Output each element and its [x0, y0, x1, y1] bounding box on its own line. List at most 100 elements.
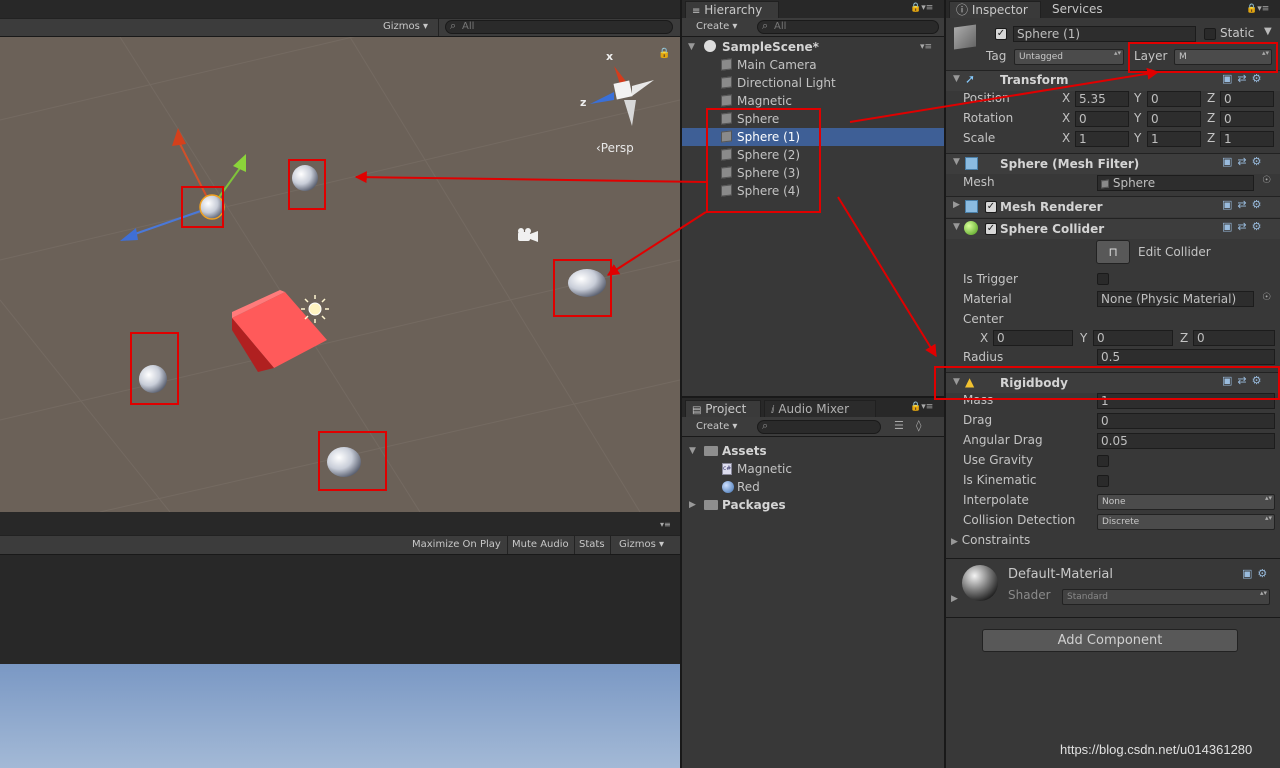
camera-icon[interactable] — [518, 228, 538, 242]
scale-y-field[interactable]: 1 — [1147, 131, 1201, 147]
game-gizmos-label: Gizmos — [619, 539, 656, 550]
light-icon[interactable] — [301, 295, 329, 323]
object-name-field[interactable]: Sphere (1) — [1013, 26, 1196, 42]
tab-audio-mixer[interactable]: ⅈ Audio Mixer — [764, 400, 876, 417]
axis-label: X — [1062, 131, 1071, 145]
hierarchy-menu-icon[interactable]: 🔒▾≡ — [910, 3, 933, 13]
axis-label: Z — [1207, 131, 1216, 145]
is-kinematic-checkbox[interactable] — [1097, 475, 1109, 487]
tab-hierarchy[interactable]: ≡ Hierarchy — [685, 1, 779, 18]
axis-x-label: x — [606, 50, 614, 63]
scale-x-field[interactable]: 1 — [1075, 131, 1129, 147]
mesh-renderer-icon — [965, 200, 978, 213]
position-y-field[interactable]: 0 — [1147, 91, 1201, 107]
project-search-input[interactable] — [757, 420, 881, 434]
static-checkbox[interactable] — [1204, 28, 1216, 40]
hierarchy-create-button[interactable]: Create ▾ — [696, 18, 737, 36]
tag-icon[interactable]: ◊ — [916, 419, 921, 432]
position-x-field[interactable]: 5.35 — [1075, 91, 1129, 107]
sphere-collider-enabled-checkbox[interactable]: ✓ — [985, 223, 997, 235]
hierarchy-item[interactable]: Main Camera — [682, 56, 944, 74]
annotation-box-sphere — [130, 332, 179, 405]
tab-services[interactable]: Services — [1052, 2, 1103, 16]
edit-collider-button[interactable]: ⊓ — [1096, 240, 1130, 264]
inspector-menu-icon[interactable]: 🔒▾≡ — [1246, 4, 1269, 14]
asset-item[interactable]: c# Magnetic — [682, 460, 944, 478]
game-view[interactable]: ▾≡ Maximize On Play Mute Audio Stats Giz… — [0, 512, 680, 768]
interpolate-dropdown[interactable]: None — [1097, 494, 1275, 510]
transform-title: Transform — [1000, 73, 1069, 87]
project-menu-icon[interactable]: 🔒▾≡ — [910, 402, 933, 412]
hierarchy-search-input[interactable]: All — [757, 20, 939, 34]
orientation-gizmo[interactable] — [590, 66, 654, 126]
object-picker-icon[interactable]: ☉ — [1262, 175, 1271, 186]
component-icons[interactable]: ▣⇄⚙ — [1222, 198, 1266, 211]
active-checkbox[interactable]: ✓ — [995, 28, 1007, 40]
rotation-y-field[interactable]: 0 — [1147, 111, 1201, 127]
audio-tab-label: Audio Mixer — [778, 402, 850, 416]
stats-button[interactable]: Stats — [579, 536, 605, 554]
object-picker-icon[interactable]: ☉ — [1262, 292, 1271, 303]
annotation-box-selected-sphere — [181, 186, 224, 228]
constraints-foldout[interactable]: ▶ Constraints — [951, 533, 1030, 547]
hierarchy-item[interactable]: Directional Light — [682, 74, 944, 92]
is-trigger-checkbox[interactable] — [1097, 273, 1109, 285]
packages-folder[interactable]: ▶ Packages — [682, 496, 944, 514]
material-icons[interactable]: ▣⚙ — [1242, 567, 1272, 580]
persp-label[interactable]: ‹Persp — [596, 141, 634, 155]
tab-inspector[interactable]: ⓘ Inspector — [949, 1, 1041, 18]
red-cube[interactable] — [232, 290, 327, 372]
shader-value: Standard — [1067, 592, 1108, 602]
packages-label: Packages — [722, 498, 786, 512]
scene-search-input[interactable]: All — [445, 20, 673, 34]
mesh-renderer-enabled-checkbox[interactable]: ✓ — [985, 201, 997, 213]
collision-value: Discrete — [1102, 517, 1140, 527]
radius-field[interactable]: 0.5 — [1097, 349, 1275, 365]
position-z-field[interactable]: 0 — [1220, 91, 1274, 107]
tab-project[interactable]: ▤ Project — [685, 400, 761, 417]
scene-root-row[interactable]: ▼ SampleScene* ▾≡ — [682, 38, 944, 56]
shader-dropdown[interactable]: Standard — [1062, 589, 1270, 605]
physic-material-field[interactable]: None (Physic Material) — [1097, 291, 1254, 307]
center-x-field[interactable]: 0 — [993, 330, 1073, 346]
add-component-button[interactable]: Add Component — [982, 629, 1238, 652]
game-canvas[interactable] — [0, 664, 680, 768]
component-icons[interactable]: ▣⇄⚙ — [1222, 72, 1266, 85]
center-label: Center — [963, 312, 1004, 326]
tag-label: Tag — [986, 49, 1007, 63]
axis-z-label: z — [580, 96, 587, 109]
center-y-field[interactable]: 0 — [1093, 330, 1173, 346]
mesh-field[interactable]: Sphere — [1097, 175, 1254, 191]
sphere-collider-icon — [964, 221, 978, 235]
game-gizmos-dropdown[interactable]: Gizmos ▾ — [619, 536, 664, 554]
transform-icon: ➚ — [965, 72, 976, 86]
center-z-field[interactable]: 0 — [1193, 330, 1275, 346]
is-kinematic-label: Is Kinematic — [963, 473, 1037, 487]
rotation-x-field[interactable]: 0 — [1075, 111, 1129, 127]
component-icons[interactable]: ▣⇄⚙ — [1222, 220, 1266, 233]
search-placeholder: All — [462, 21, 475, 32]
maximize-on-play-button[interactable]: Maximize On Play — [412, 536, 501, 554]
filter-icon[interactable]: ☰ — [894, 419, 904, 432]
angular-drag-label: Angular Drag — [963, 433, 1043, 447]
annotation-box-sphere — [318, 431, 387, 491]
asset-label: Red — [737, 480, 760, 494]
hierarchy-item-label: Main Camera — [737, 58, 817, 72]
constraints-label: Constraints — [961, 533, 1031, 547]
axis-label: Y — [1134, 131, 1142, 145]
collision-detection-dropdown[interactable]: Discrete — [1097, 514, 1275, 530]
drag-field[interactable]: 0 — [1097, 413, 1275, 429]
tag-dropdown[interactable]: Untagged — [1014, 49, 1124, 65]
mute-audio-button[interactable]: Mute Audio — [512, 536, 569, 554]
gizmos-dropdown[interactable]: Gizmos ▾ — [383, 18, 428, 36]
use-gravity-checkbox[interactable] — [1097, 455, 1109, 467]
game-menu-icon[interactable]: ▾≡ — [660, 520, 671, 529]
static-dropdown-icon[interactable]: ▼ — [1264, 26, 1272, 37]
component-icons[interactable]: ▣⇄⚙ — [1222, 155, 1266, 168]
angular-drag-field[interactable]: 0.05 — [1097, 433, 1275, 449]
scale-z-field[interactable]: 1 — [1220, 131, 1274, 147]
assets-folder[interactable]: ▼ Assets — [682, 442, 944, 460]
rotation-z-field[interactable]: 0 — [1220, 111, 1274, 127]
asset-item[interactable]: Red — [682, 478, 944, 496]
project-create-button[interactable]: Create ▾ — [696, 418, 737, 436]
